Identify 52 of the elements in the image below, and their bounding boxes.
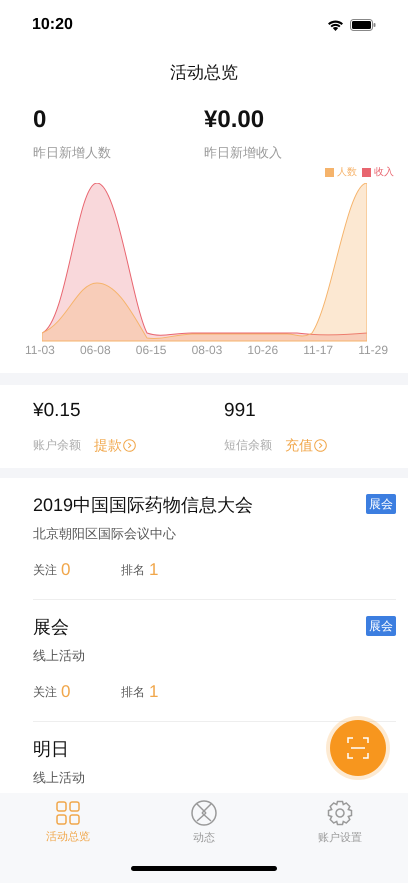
event-tag: 展会 (366, 494, 396, 514)
axis-label: 11-29 (358, 342, 388, 358)
axis-label: 06-08 (80, 342, 111, 358)
event-card[interactable]: 展会 展会 线上活动 关注 0 排名 1 (33, 600, 396, 722)
metric-label: 关注 (33, 684, 57, 701)
aperture-icon (191, 800, 217, 826)
scan-icon (347, 737, 369, 759)
metric-value: 1 (149, 681, 158, 703)
metric-value: 0 (61, 681, 72, 703)
metric-value: 1 (149, 559, 158, 581)
balance-label: 账户余额 (33, 437, 81, 454)
event-location: 北京朝阳区国际会议中心 (33, 524, 177, 542)
chevron-circle-icon (123, 438, 136, 452)
metric-value: 0 (61, 559, 72, 581)
event-location: 线上活动 (33, 768, 86, 786)
balance-value: 991 (224, 398, 257, 422)
tab-item[interactable]: 账户设置 (272, 793, 408, 853)
balance-label: 短信余额 (224, 437, 272, 454)
scan-button[interactable] (330, 720, 386, 776)
status-time: 10:20 (32, 15, 73, 35)
stat-label: 昨日新增收入 (204, 144, 282, 162)
axis-label: 10-26 (247, 342, 278, 358)
metric-label: 排名 (121, 562, 145, 579)
balance-value: ¥0.15 (33, 398, 82, 422)
chevron-circle-icon (314, 438, 327, 452)
axis-label: 11-03 (25, 342, 55, 358)
page-title: 活动总览 (170, 62, 238, 84)
metric-label: 排名 (121, 684, 145, 701)
axis-label: 08-03 (192, 342, 222, 358)
stat-label: 昨日新增人数 (33, 144, 112, 162)
event-card[interactable]: 2019中国国际药物信息大会 展会 北京朝阳区国际会议中心 关注 0 排名 1 (33, 478, 396, 600)
action-link[interactable]: 充值 (285, 434, 327, 456)
event-tag: 展会 (366, 616, 396, 636)
tab-item[interactable]: 动态 (136, 793, 272, 853)
stat-value: 0 (33, 105, 48, 135)
wifi-icon (327, 19, 344, 31)
settings-icon (327, 800, 353, 826)
event-title: 展会 (33, 616, 69, 638)
stat-value: ¥0.00 (204, 105, 266, 135)
legend-label: 人数 (337, 166, 357, 180)
axis-label: 11-17 (303, 342, 334, 358)
event-title: 明日 (33, 738, 69, 760)
event-title: 2019中国国际药物信息大会 (33, 494, 254, 516)
axis-label: 06-15 (136, 342, 166, 358)
metric-label: 关注 (33, 562, 57, 579)
action-link[interactable]: 提款 (94, 434, 136, 456)
grid-icon (56, 800, 80, 825)
legend-label: 收入 (374, 166, 394, 180)
battery-icon (350, 19, 376, 31)
tab-item[interactable]: 活动总览 (0, 793, 136, 853)
event-location: 线上活动 (33, 646, 86, 664)
event-card[interactable]: 明日 线上活动 (33, 722, 396, 793)
